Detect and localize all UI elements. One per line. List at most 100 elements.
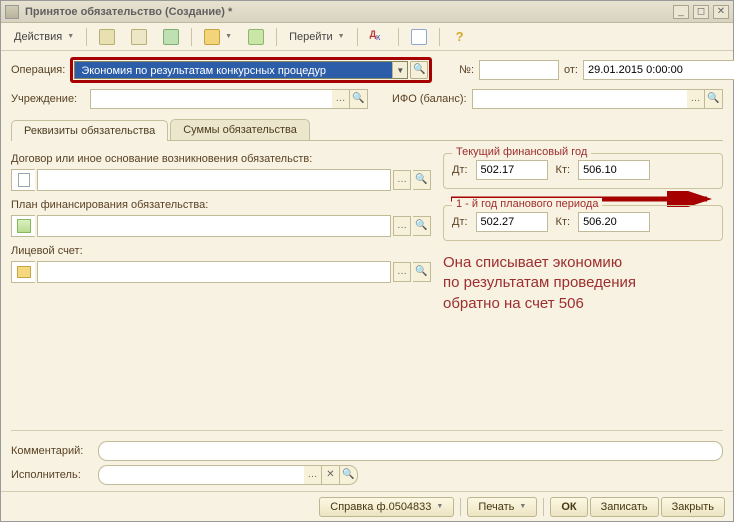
actions-label: Действия: [14, 31, 62, 43]
account-label: Лицевой счет:: [11, 245, 431, 257]
chevron-down-icon: ▼: [519, 503, 526, 510]
contract-input[interactable]: [37, 169, 391, 191]
ifo-label: ИФО (баланс):: [392, 93, 467, 105]
ifo-input[interactable]: [472, 89, 687, 109]
ok-button[interactable]: ОК: [550, 497, 587, 517]
folder-icon: [11, 261, 35, 283]
maximize-button[interactable]: ◻: [693, 5, 709, 19]
tabs: Реквизиты обязательства Суммы обязательс…: [11, 119, 723, 141]
tab-sums[interactable]: Суммы обязательства: [170, 119, 310, 140]
chevron-down-icon: ▼: [338, 33, 345, 40]
tb-dkkt-icon[interactable]: ДК: [363, 26, 393, 48]
window: Принятое обязательство (Создание) * _ ◻ …: [0, 0, 734, 522]
print-button[interactable]: Печать▼: [467, 497, 537, 517]
tb-copy-icon[interactable]: [124, 26, 154, 48]
contract-label: Договор или иное основание возникновения…: [11, 153, 431, 165]
kt-label: Кт:: [556, 216, 571, 228]
separator: [86, 28, 87, 46]
kt1-input[interactable]: [578, 160, 650, 180]
number-input[interactable]: [479, 60, 559, 80]
comment-label: Комментарий:: [11, 445, 93, 457]
magnifier-icon[interactable]: 🔍: [705, 89, 723, 109]
dt2-input[interactable]: [476, 212, 548, 232]
dt-label: Дт:: [452, 164, 468, 176]
close-window-button[interactable]: ✕: [713, 5, 729, 19]
plan-input[interactable]: [37, 215, 391, 237]
ref-button[interactable]: Справка ф.0504833▼: [319, 497, 454, 517]
chevron-down-icon[interactable]: ▼: [392, 61, 408, 79]
separator: [398, 28, 399, 46]
chevron-down-icon: ▼: [225, 33, 232, 40]
ellipsis-icon[interactable]: …: [332, 89, 350, 109]
separator: [460, 498, 461, 516]
operation-combo[interactable]: Экономия по результатам конкурсных проце…: [74, 61, 392, 79]
toolbar: Действия ▼ ▼ Перейти ▼ ДК ?: [1, 23, 733, 51]
operation-highlight: Экономия по результатам конкурсных проце…: [70, 57, 432, 83]
operation-search-button[interactable]: 🔍: [410, 61, 428, 79]
tb-tree-icon[interactable]: [241, 26, 271, 48]
window-title: Принятое обязательство (Создание) *: [25, 6, 673, 18]
from-label: от:: [564, 64, 578, 76]
tb-save-icon[interactable]: [156, 26, 186, 48]
separator: [543, 498, 544, 516]
separator: [357, 28, 358, 46]
account-input[interactable]: [37, 261, 391, 283]
tab-requisites[interactable]: Реквизиты обязательства: [11, 120, 168, 141]
plan-year-box: 1 - й год планового периода Дт: Кт:: [443, 205, 723, 241]
goto-menu[interactable]: Перейти ▼: [282, 28, 352, 46]
tb-ledger-icon[interactable]: ▼: [197, 26, 239, 48]
minimize-button[interactable]: _: [673, 5, 689, 19]
bottom-block: Комментарий: Исполнитель: … ✕ 🔍: [11, 437, 723, 487]
titlebar: Принятое обязательство (Создание) * _ ◻ …: [1, 1, 733, 23]
annotation-text: Она списывает экономию по результатам пр…: [443, 253, 723, 314]
tb-report-icon[interactable]: [404, 26, 434, 48]
operation-label: Операция:: [11, 64, 65, 76]
tb-post-icon[interactable]: [92, 26, 122, 48]
separator: [439, 28, 440, 46]
chevron-down-icon: ▼: [67, 33, 74, 40]
close-button[interactable]: Закрыть: [661, 497, 725, 517]
org-input[interactable]: [90, 89, 332, 109]
kt-label: Кт:: [556, 164, 571, 176]
tb-help-icon[interactable]: ?: [445, 26, 475, 48]
plan-label: План финансирования обязательства:: [11, 199, 431, 211]
tab-body: Договор или иное основание возникновения…: [11, 147, 723, 431]
grid-plus-icon: [11, 215, 35, 237]
current-year-legend: Текущий финансовый год: [452, 146, 591, 158]
exec-label: Исполнитель:: [11, 469, 93, 481]
ellipsis-icon[interactable]: …: [687, 89, 705, 109]
magnifier-icon[interactable]: 🔍: [413, 262, 431, 282]
plan-year-legend: 1 - й год планового периода: [452, 198, 602, 210]
magnifier-icon[interactable]: 🔍: [340, 465, 358, 485]
kt2-input[interactable]: [578, 212, 650, 232]
ellipsis-icon[interactable]: …: [393, 170, 411, 190]
note-line: по результатам проведения: [443, 273, 723, 293]
save-button[interactable]: Записать: [590, 497, 659, 517]
separator: [191, 28, 192, 46]
note-line: обратно на счет 506: [443, 294, 723, 314]
ellipsis-icon[interactable]: …: [393, 262, 411, 282]
dt1-input[interactable]: [476, 160, 548, 180]
date-input[interactable]: [583, 60, 734, 80]
app-icon: [5, 5, 19, 19]
footer: Справка ф.0504833▼ Печать▼ ОК Записать З…: [1, 491, 733, 521]
current-year-box: Текущий финансовый год Дт: Кт:: [443, 153, 723, 189]
dt-label: Дт:: [452, 216, 468, 228]
separator: [276, 28, 277, 46]
goto-label: Перейти: [289, 31, 333, 43]
magnifier-icon[interactable]: 🔍: [413, 170, 431, 190]
magnifier-icon[interactable]: 🔍: [350, 89, 368, 109]
exec-input[interactable]: [98, 465, 304, 485]
ellipsis-icon[interactable]: …: [393, 216, 411, 236]
chevron-down-icon: ▼: [436, 503, 443, 510]
clear-icon[interactable]: ✕: [322, 465, 340, 485]
org-label: Учреждение:: [11, 93, 85, 105]
comment-input[interactable]: [98, 441, 723, 461]
actions-menu[interactable]: Действия ▼: [7, 28, 81, 46]
content: Операция: Экономия по результатам конкур…: [1, 51, 733, 491]
number-label: №:: [459, 64, 474, 76]
ellipsis-icon[interactable]: …: [304, 465, 322, 485]
document-icon: [11, 169, 35, 191]
note-line: Она списывает экономию: [443, 253, 723, 273]
magnifier-icon[interactable]: 🔍: [413, 216, 431, 236]
